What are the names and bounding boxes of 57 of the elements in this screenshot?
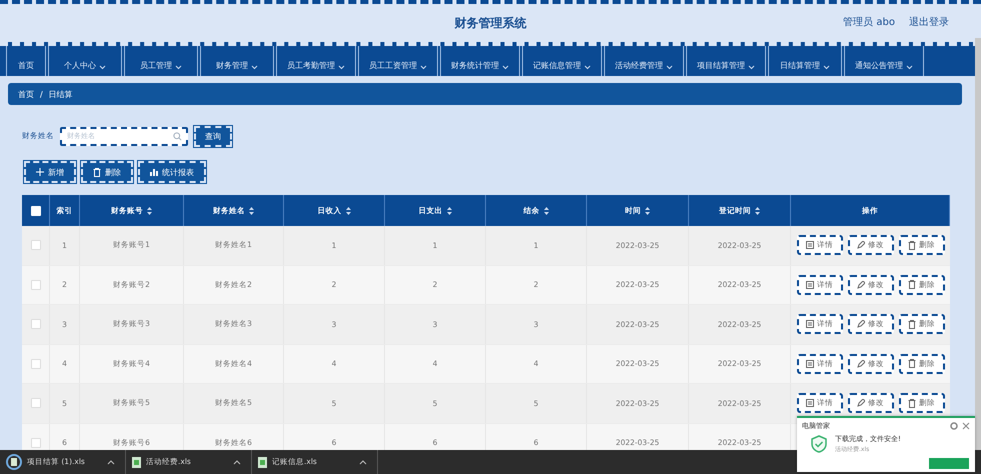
document-icon [806,360,814,368]
nav-item[interactable]: 记账信息管理 [522,46,602,76]
caret-icon [107,460,115,464]
query-button[interactable]: 查询 [194,126,232,146]
nav-item[interactable]: 员工管理 [124,46,198,76]
logout-link[interactable]: 退出登录 [909,15,949,29]
bar-chart-icon [150,168,158,176]
trash-icon [908,280,916,290]
toolbar-button[interactable]: 新增 [24,161,76,183]
nav-item[interactable]: 财务管理 [200,46,274,76]
nav-item[interactable]: 项目结算管理 [686,46,766,76]
breadcrumb-separator: / [40,90,43,98]
toolbar-button[interactable]: 统计报表 [138,161,206,183]
nav-item[interactable]: 员工考勤管理 [276,46,356,76]
pencil-icon [857,241,865,250]
document-icon [806,320,814,328]
trash-icon [908,240,916,250]
nav-item[interactable]: 员工工资管理 [358,46,438,76]
caret-icon [359,460,367,464]
pencil-icon [857,320,865,328]
file-icon [132,456,141,468]
select-all-checkbox[interactable] [30,206,40,216]
nav-item[interactable]: 财务统计管理 [440,46,520,76]
open-button[interactable] [929,458,969,469]
toolbar-button[interactable]: 删除 [81,161,133,183]
trash-icon [908,359,916,368]
row-checkbox[interactable] [30,438,40,448]
nav-item[interactable]: 首页 [6,46,46,76]
document-icon [806,280,814,289]
nav-item[interactable]: 活动经费管理 [604,46,684,76]
pencil-icon [857,360,865,368]
scrollbar[interactable] [975,38,981,450]
shield-check-icon [811,435,827,453]
plus-icon [36,168,44,176]
close-icon[interactable] [962,422,970,430]
nav-item[interactable]: 通知公告管理 [844,46,924,76]
row-checkbox[interactable] [30,240,40,250]
row-checkbox[interactable] [30,319,40,330]
file-icon [258,456,267,468]
trash-icon [908,320,916,329]
breadcrumb-item[interactable]: 日结算 [48,88,73,100]
nav-item[interactable]: 日结算管理 [768,46,842,76]
document-icon [806,241,814,250]
trash-icon [93,168,101,176]
caret-icon [233,460,241,464]
app-title: 财务管理系统 [454,14,526,32]
search-icon [173,132,182,140]
row-checkbox[interactable] [30,280,40,290]
user-name: 管理员 abo [843,16,895,29]
row-checkbox[interactable] [30,358,40,369]
document-icon [806,399,814,408]
breadcrumb-item[interactable]: 首页 [18,88,34,100]
pencil-icon [857,399,865,408]
trash-icon [908,398,916,408]
pencil-icon [857,280,865,289]
nav-item[interactable]: 个人中心 [48,46,122,76]
row-checkbox[interactable] [30,398,40,408]
